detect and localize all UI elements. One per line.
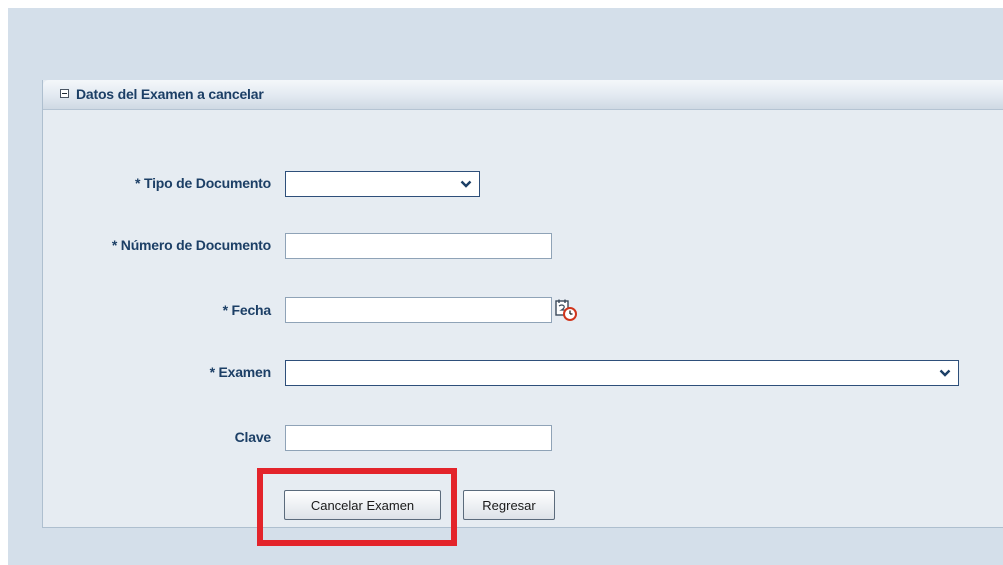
tipo-documento-label: * Tipo de Documento [135,175,271,191]
panel-header: Datos del Examen a cancelar [43,80,1003,110]
cancelar-examen-button[interactable]: Cancelar Examen [284,490,441,520]
tipo-documento-select[interactable] [285,171,480,197]
panel-title: Datos del Examen a cancelar [76,86,264,102]
calendar-clock-icon[interactable] [554,298,578,322]
chevron-down-icon [460,180,472,188]
numero-documento-input[interactable] [285,233,552,259]
numero-documento-label: * Número de Documento [111,237,271,253]
examen-label: * Examen [209,364,272,380]
clave-label: Clave [234,429,272,445]
clave-input[interactable] [285,425,552,451]
fecha-input[interactable] [285,297,552,323]
fecha-label: * Fecha [222,302,272,318]
regresar-button[interactable]: Regresar [463,490,555,520]
collapse-icon[interactable] [60,89,69,98]
chevron-down-icon [939,369,951,377]
examen-select[interactable] [285,360,959,386]
